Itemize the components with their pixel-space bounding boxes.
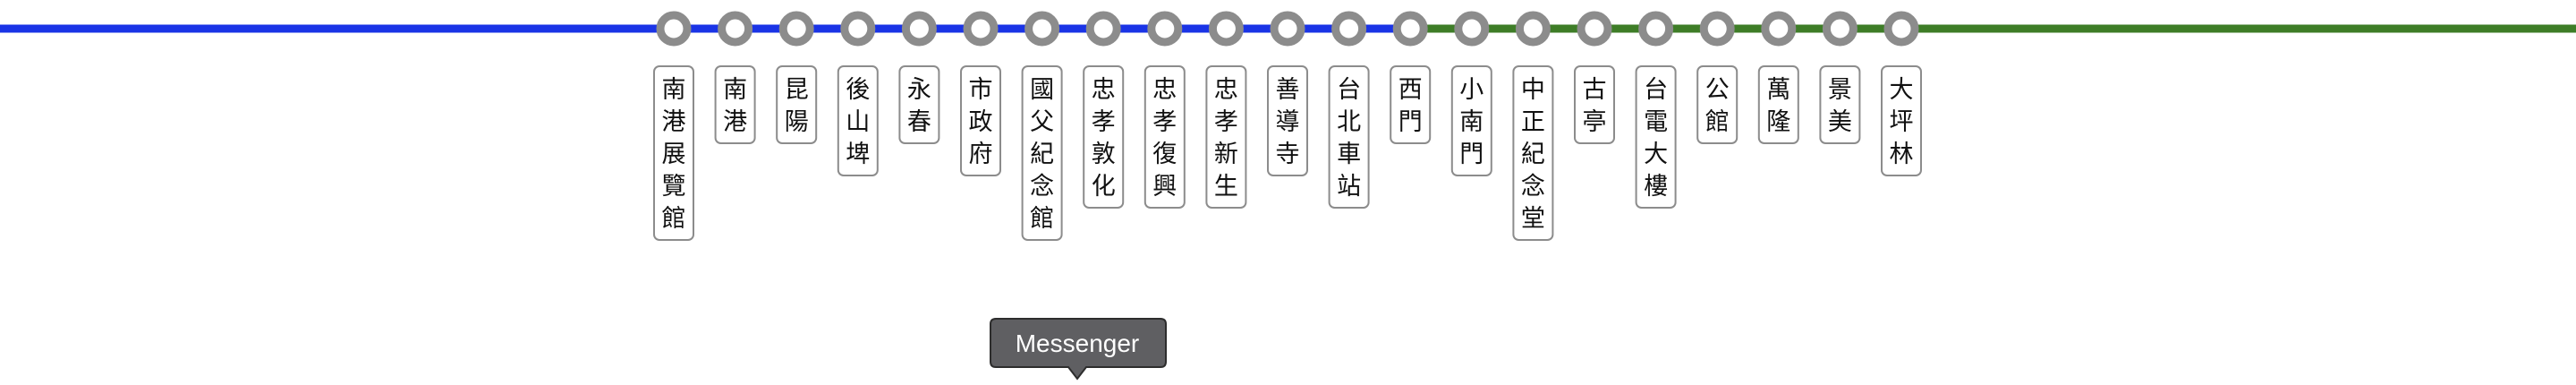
station: 小南門 [1450, 11, 1492, 176]
station: 台北車站 [1328, 11, 1370, 209]
route-map: 南港展覽館 南港昆陽 後山埤 永春 市政府 國父紀念館 忠孝敦化忠孝復興忠孝新生 善導寺 台北車… [0, 11, 2576, 381]
station-name: 善導寺 [1276, 76, 1300, 168]
station: 中正紀念堂 [1512, 11, 1554, 241]
ring-circle-icon [1761, 11, 1797, 47]
ring-circle-icon [1699, 11, 1735, 47]
station-name: 大坪林 [1890, 76, 1914, 168]
ring-circle-icon [1208, 11, 1244, 47]
station: 公館 [1696, 11, 1739, 144]
ring-circle-icon [1638, 11, 1674, 47]
ring-circle-icon [1392, 11, 1428, 47]
ring-circle-icon [1024, 11, 1060, 47]
stations-layer: 南港展覽館 南港昆陽 後山埤 永春 市政府 國父紀念館 忠孝敦化忠孝復興忠孝新生 善導寺 台北車… [653, 11, 1922, 241]
ring-circle-icon [1270, 11, 1305, 47]
station: 萬隆 [1757, 11, 1799, 144]
station-name: 中正紀念堂 [1521, 76, 1545, 233]
ring-circle-icon [840, 11, 876, 47]
station: 市政府 [960, 11, 1001, 176]
ring-circle-icon [1147, 11, 1183, 47]
station: 景美 [1819, 11, 1861, 144]
station-name: 國父紀念館 [1030, 76, 1054, 233]
station-name: 小南門 [1459, 76, 1484, 168]
station: 西門 [1390, 11, 1432, 144]
station: 後山埤 [837, 11, 879, 176]
station: 忠孝敦化 [1083, 11, 1125, 209]
station: 古亭 [1574, 11, 1615, 144]
ring-circle-icon [901, 11, 937, 47]
station: 大坪林 [1881, 11, 1922, 176]
station: 忠孝復興 [1143, 11, 1186, 209]
station: 台電大樓 [1635, 11, 1677, 209]
station: 國父紀念館 [1021, 11, 1063, 241]
ring-circle-icon [963, 11, 999, 47]
ring-circle-icon [1454, 11, 1490, 47]
station: 昆陽 [776, 11, 818, 144]
ring-circle-icon [1331, 11, 1367, 47]
station: 忠孝新生 [1205, 11, 1247, 209]
station: 南港 [714, 11, 756, 144]
ring-circle-icon [1515, 11, 1551, 47]
ring-circle-icon [1085, 11, 1121, 47]
ring-circle-icon [1883, 11, 1919, 47]
ring-circle-icon [1822, 11, 1858, 47]
station: 善導寺 [1267, 11, 1308, 176]
station-name: 後山埤 [846, 76, 870, 168]
station-name: 南港展覽館 [662, 76, 686, 233]
ring-circle-icon [718, 11, 753, 47]
station-name: 市政府 [969, 76, 993, 168]
ring-circle-icon [656, 11, 692, 47]
ring-circle-icon [778, 11, 814, 47]
ring-circle-icon [1577, 11, 1612, 47]
tooltip-label: Messenger [1016, 329, 1140, 357]
station: 南港展覽館 [653, 11, 694, 241]
messenger-tooltip: Messenger [990, 318, 1167, 381]
station: 永春 [898, 11, 940, 144]
